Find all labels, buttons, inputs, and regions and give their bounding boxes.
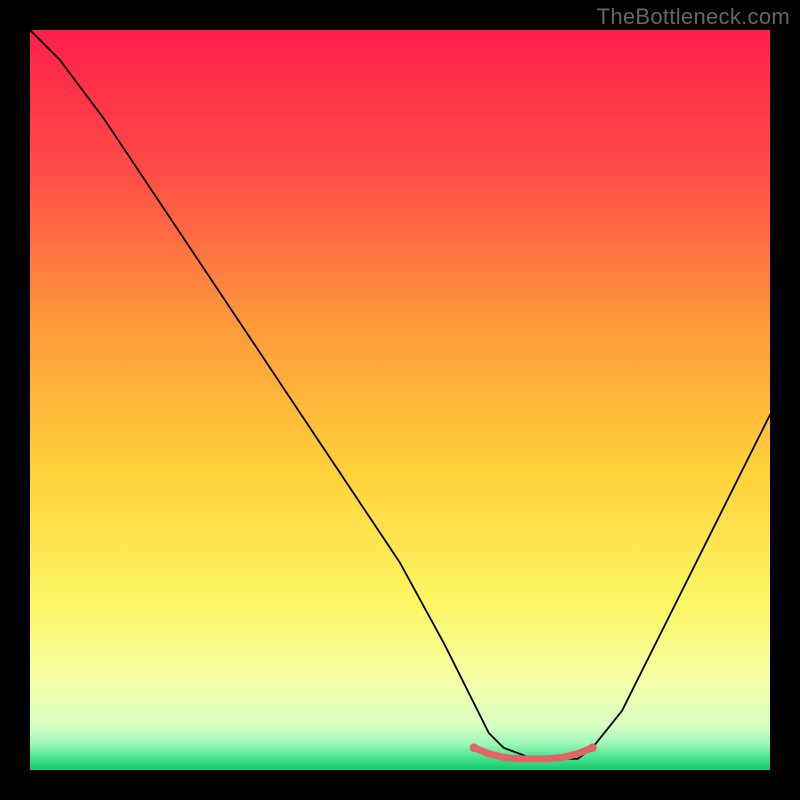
series-optimal-band-marker-endpoint xyxy=(470,743,479,752)
series-optimal-band-marker-endpoint xyxy=(588,743,597,752)
watermark-text: TheBottleneck.com xyxy=(597,4,790,30)
chart-frame: TheBottleneck.com xyxy=(0,0,800,800)
gradient-background xyxy=(30,30,770,770)
chart-svg xyxy=(30,30,770,770)
plot-area xyxy=(30,30,770,770)
